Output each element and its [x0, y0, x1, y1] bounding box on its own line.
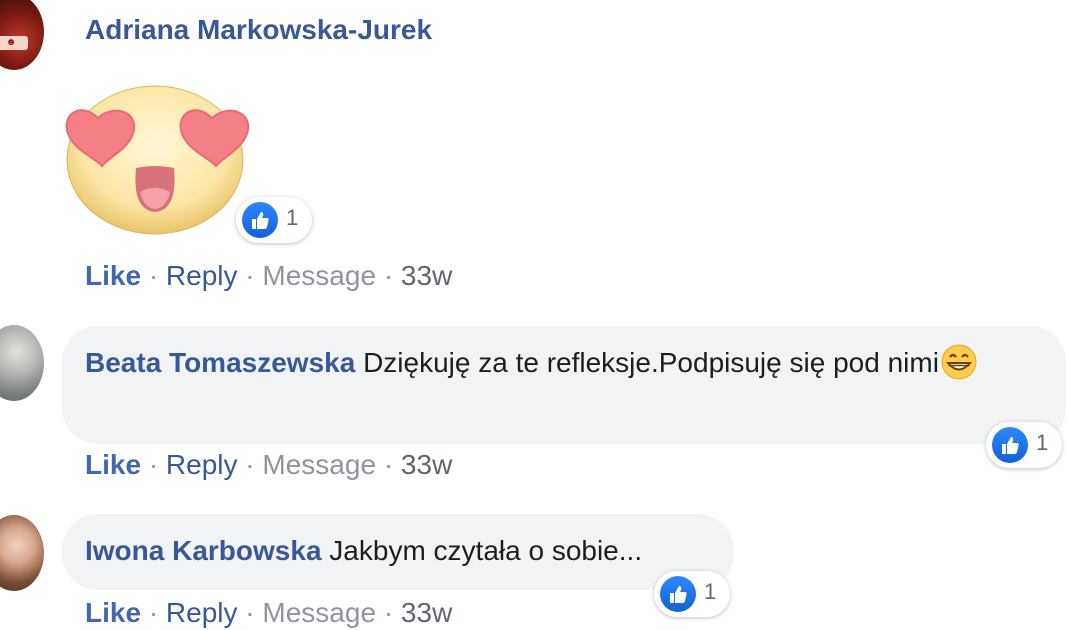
like-reaction-icon: [660, 576, 696, 612]
heart-eyes-emoji-sticker-icon: [65, 85, 250, 235]
comment-author-name[interactable]: Beata Tomaszewska: [85, 347, 355, 378]
separator: ·: [148, 449, 166, 480]
grinning-emoji-icon: [939, 344, 977, 380]
comment-actions: Like · Reply · Message · 33w: [85, 260, 452, 292]
separator: ·: [148, 260, 166, 291]
reply-link[interactable]: Reply: [166, 597, 238, 628]
message-link[interactable]: Message: [262, 597, 376, 628]
separator: ·: [383, 260, 401, 291]
separator: ·: [245, 597, 263, 628]
comment-author-name[interactable]: Adriana Markowska-Jurek: [85, 14, 432, 46]
comment-text: Jakbym czytała o sobie...: [329, 535, 643, 566]
reply-link[interactable]: Reply: [166, 449, 238, 480]
commenter-avatar[interactable]: [0, 515, 44, 591]
comment-actions: Like · Reply · Message · 33w: [85, 449, 452, 481]
timestamp[interactable]: 33w: [401, 449, 452, 480]
comment-body: Beata Tomaszewska Dziękuję za te refleks…: [85, 342, 1045, 384]
separator: ·: [245, 260, 263, 291]
reaction-count-badge[interactable]: 1: [654, 571, 730, 617]
comment-author-name[interactable]: Iwona Karbowska: [85, 535, 322, 566]
like-reaction-icon: [992, 427, 1028, 463]
like-link[interactable]: Like: [85, 260, 141, 291]
reaction-count-badge[interactable]: 1: [986, 422, 1062, 468]
commenter-avatar[interactable]: ☻: [0, 0, 44, 70]
reaction-count-badge[interactable]: 1: [236, 197, 312, 243]
separator: ·: [245, 449, 263, 480]
like-link[interactable]: Like: [85, 449, 141, 480]
reaction-count: 1: [286, 205, 299, 230]
separator: ·: [383, 449, 401, 480]
comment-actions: Like · Reply · Message · 33w: [85, 597, 452, 629]
reaction-count: 1: [1036, 430, 1049, 455]
like-reaction-icon: [242, 202, 278, 238]
commenter-avatar[interactable]: [0, 325, 44, 401]
timestamp[interactable]: 33w: [401, 260, 452, 291]
reaction-count: 1: [704, 579, 717, 604]
separator: ·: [383, 597, 401, 628]
like-link[interactable]: Like: [85, 597, 141, 628]
message-link[interactable]: Message: [262, 449, 376, 480]
timestamp[interactable]: 33w: [401, 597, 452, 628]
reply-link[interactable]: Reply: [166, 260, 238, 291]
comment-body: Iwona Karbowska Jakbym czytała o sobie..…: [85, 530, 642, 572]
separator: ·: [148, 597, 166, 628]
message-link[interactable]: Message: [262, 260, 376, 291]
comment-text: Dziękuję za te refleksje.Podpisuję się p…: [363, 347, 939, 378]
avatar-image: ☻: [0, 36, 28, 50]
